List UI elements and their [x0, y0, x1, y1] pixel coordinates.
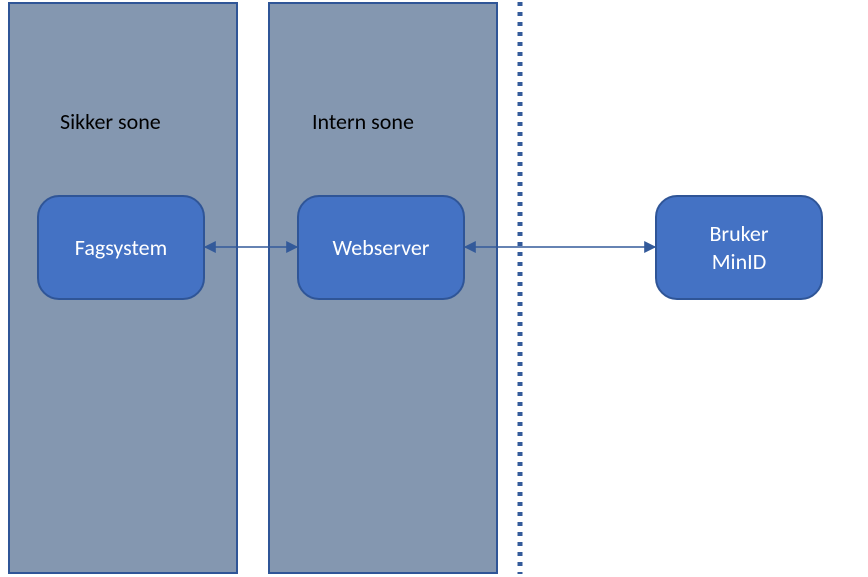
- node-webserver: Webserver: [297, 195, 465, 300]
- diagram-stage: Sikker sone Intern sone Fagsystem Webser…: [0, 0, 868, 577]
- node-fagsystem-label: Fagsystem: [75, 234, 167, 262]
- node-bruker-minid: Bruker MinID: [655, 195, 823, 300]
- zone-sikker-label: Sikker sone: [60, 108, 161, 135]
- node-bruker-line2: MinID: [712, 248, 767, 275]
- node-webserver-label: Webserver: [333, 234, 430, 262]
- node-fagsystem: Fagsystem: [37, 195, 205, 300]
- node-bruker-minid-label: Bruker MinID: [709, 220, 768, 275]
- zone-intern-label: Intern sone: [312, 108, 414, 135]
- node-bruker-line1: Bruker: [709, 220, 768, 247]
